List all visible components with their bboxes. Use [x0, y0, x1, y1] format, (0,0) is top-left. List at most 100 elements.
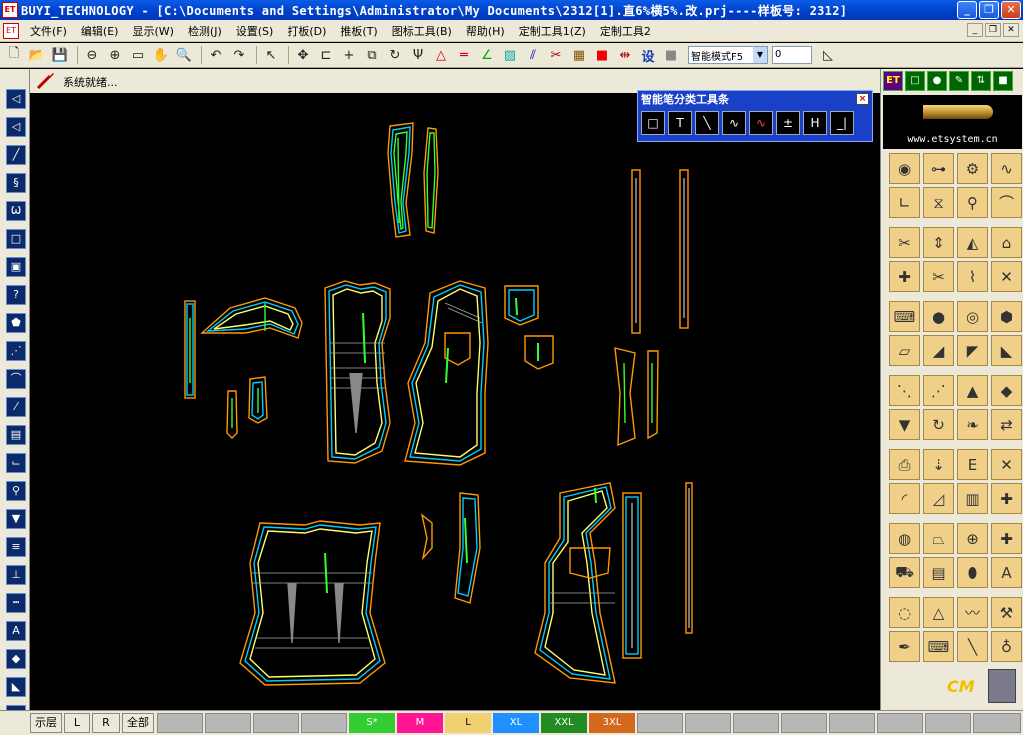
menu-grading[interactable]: 推板(T): [333, 23, 384, 39]
button-icon[interactable]: ●: [923, 301, 954, 332]
flip-icon[interactable]: ⇄: [991, 409, 1022, 440]
move-icon[interactable]: ✥: [293, 45, 313, 65]
measure-icon[interactable]: ◺: [818, 45, 838, 65]
panel-pen-icon[interactable]: ✎: [949, 71, 969, 91]
menu-file[interactable]: 文件(F): [23, 23, 74, 39]
size-slot-empty[interactable]: [829, 713, 875, 733]
spike-icon[interactable]: ▲: [957, 375, 988, 406]
line-tool-icon[interactable]: ╱: [6, 145, 26, 165]
rectangle-tool-icon[interactable]: □: [6, 229, 26, 249]
notch-tool-icon[interactable]: ⚲: [6, 481, 26, 501]
pattern-piece[interactable]: [524, 335, 554, 370]
pattern-piece[interactable]: [679, 169, 689, 329]
zoom-fit-icon[interactable]: ▭: [128, 45, 148, 65]
size-slot-empty[interactable]: [781, 713, 827, 733]
frame-tool-icon[interactable]: ▣: [6, 257, 26, 277]
et-logo-icon[interactable]: ET: [883, 71, 903, 91]
split-icon[interactable]: ⧖: [923, 187, 954, 218]
piece-tool-icon[interactable]: ⬟: [6, 313, 26, 333]
fabric-icon[interactable]: ▦: [569, 45, 589, 65]
dashed-line-icon[interactable]: ┅: [6, 593, 26, 613]
close-button[interactable]: ✕: [1001, 1, 1021, 19]
pan-hand-icon[interactable]: ✋: [151, 45, 171, 65]
red-curve-icon[interactable]: ∿: [749, 111, 773, 135]
pattern-piece[interactable]: [404, 280, 489, 466]
sewing-machine-icon[interactable]: ⌨: [889, 301, 920, 332]
size-slot-empty[interactable]: [877, 713, 923, 733]
size-button[interactable]: 3XL: [589, 713, 635, 733]
pattern-piece[interactable]: [631, 169, 641, 334]
size-button[interactable]: L: [445, 713, 491, 733]
copy-icon[interactable]: ⧉: [362, 45, 382, 65]
size-slot-empty[interactable]: [973, 713, 1021, 733]
restore-button[interactable]: ❐: [979, 1, 999, 19]
split-page-icon[interactable]: ▥: [957, 483, 988, 514]
fork-icon[interactable]: Ψ: [408, 45, 428, 65]
pattern-piece[interactable]: [685, 482, 693, 634]
settings-she-button[interactable]: 设: [638, 45, 658, 65]
pattern-piece[interactable]: [324, 280, 391, 464]
fan-pleat-icon[interactable]: ⋰: [923, 375, 954, 406]
compass-icon[interactable]: ⚲: [957, 187, 988, 218]
abc-text-icon[interactable]: A: [991, 557, 1022, 588]
rectangle-icon[interactable]: □: [641, 111, 665, 135]
size-slot-empty[interactable]: [301, 713, 347, 733]
mirror-icon[interactable]: ⇹: [615, 45, 635, 65]
wave-curve-icon[interactable]: ∿: [722, 111, 746, 135]
help-tool-icon[interactable]: ?: [6, 285, 26, 305]
needle-icon[interactable]: ✒: [889, 631, 920, 662]
zoom-window-icon[interactable]: 🔍: [174, 45, 194, 65]
pattern-piece[interactable]: [200, 297, 303, 339]
et-icon[interactable]: E: [957, 449, 988, 480]
measure-point-icon[interactable]: ◉: [889, 153, 920, 184]
corner-tool-icon[interactable]: ⌙: [6, 453, 26, 473]
size-slot-empty[interactable]: [685, 713, 731, 733]
menu-check[interactable]: 检测(J): [181, 23, 229, 39]
pattern-piece[interactable]: [504, 285, 539, 326]
mdi-close-button[interactable]: ✕: [1003, 23, 1019, 37]
calculator-icon[interactable]: [988, 669, 1016, 703]
mdi-restore-button[interactable]: ❐: [985, 23, 1001, 37]
scissors-icon[interactable]: ✂: [546, 45, 566, 65]
menu-custom-tools-2[interactable]: 定制工具2: [593, 23, 658, 39]
pattern-piece[interactable]: [534, 482, 616, 684]
bucket-icon[interactable]: ◍: [889, 523, 920, 554]
tape-icon[interactable]: ◌: [889, 597, 920, 628]
diagonal-line-icon[interactable]: ╲: [695, 111, 719, 135]
new-file-icon[interactable]: 🗋: [4, 45, 24, 65]
redo-icon[interactable]: ↷: [229, 45, 249, 65]
zoom-in-icon[interactable]: ⊕: [105, 45, 125, 65]
curve-tool-icon[interactable]: §: [6, 173, 26, 193]
gear-tool-icon[interactable]: ⚙: [957, 153, 988, 184]
parallel-lines-icon[interactable]: ═: [454, 45, 474, 65]
x-box-icon[interactable]: ✕: [991, 449, 1022, 480]
spiral-icon[interactable]: ◎: [957, 301, 988, 332]
leaf-icon[interactable]: ❧: [957, 409, 988, 440]
curve-edit-icon[interactable]: ∿: [991, 153, 1022, 184]
seam-fold-icon[interactable]: ◭: [957, 227, 988, 258]
shirt-piece-icon[interactable]: ◣: [991, 335, 1022, 366]
panel-circle-icon[interactable]: ●: [927, 71, 947, 91]
line-style-icon[interactable]: ≡: [6, 537, 26, 557]
document-icon[interactable]: ET: [3, 22, 19, 39]
keyboard-icon[interactable]: ⌨: [923, 631, 954, 662]
pleat-tool-icon[interactable]: ▼: [6, 509, 26, 529]
wave-ruler-icon[interactable]: 〰: [957, 597, 988, 628]
fill-tool-icon[interactable]: ◣: [6, 677, 26, 697]
triangle-ruler-icon[interactable]: △: [923, 597, 954, 628]
drop-arrow-icon[interactable]: ⇣: [923, 449, 954, 480]
scissors-grid-icon[interactable]: ✂: [923, 261, 954, 292]
open-folder-icon[interactable]: 📂: [27, 45, 47, 65]
fold-piece-icon[interactable]: ◤: [957, 335, 988, 366]
panel-square-icon[interactable]: □: [905, 71, 925, 91]
menu-settings[interactable]: 设置(S): [229, 23, 281, 39]
arrow-split-icon[interactable]: ⇕: [923, 227, 954, 258]
trapezoid-piece-icon[interactable]: ⏢: [923, 523, 954, 554]
cross-icon[interactable]: +: [339, 45, 359, 65]
hatch-icon[interactable]: ▨: [500, 45, 520, 65]
corner-curve-icon[interactable]: ◜: [889, 483, 920, 514]
cross-line-icon[interactable]: ✚: [991, 483, 1022, 514]
pattern-piece[interactable]: [423, 127, 439, 234]
ruler-icon[interactable]: ⊥: [6, 565, 26, 585]
wave-fold-icon[interactable]: ⌇: [957, 261, 988, 292]
